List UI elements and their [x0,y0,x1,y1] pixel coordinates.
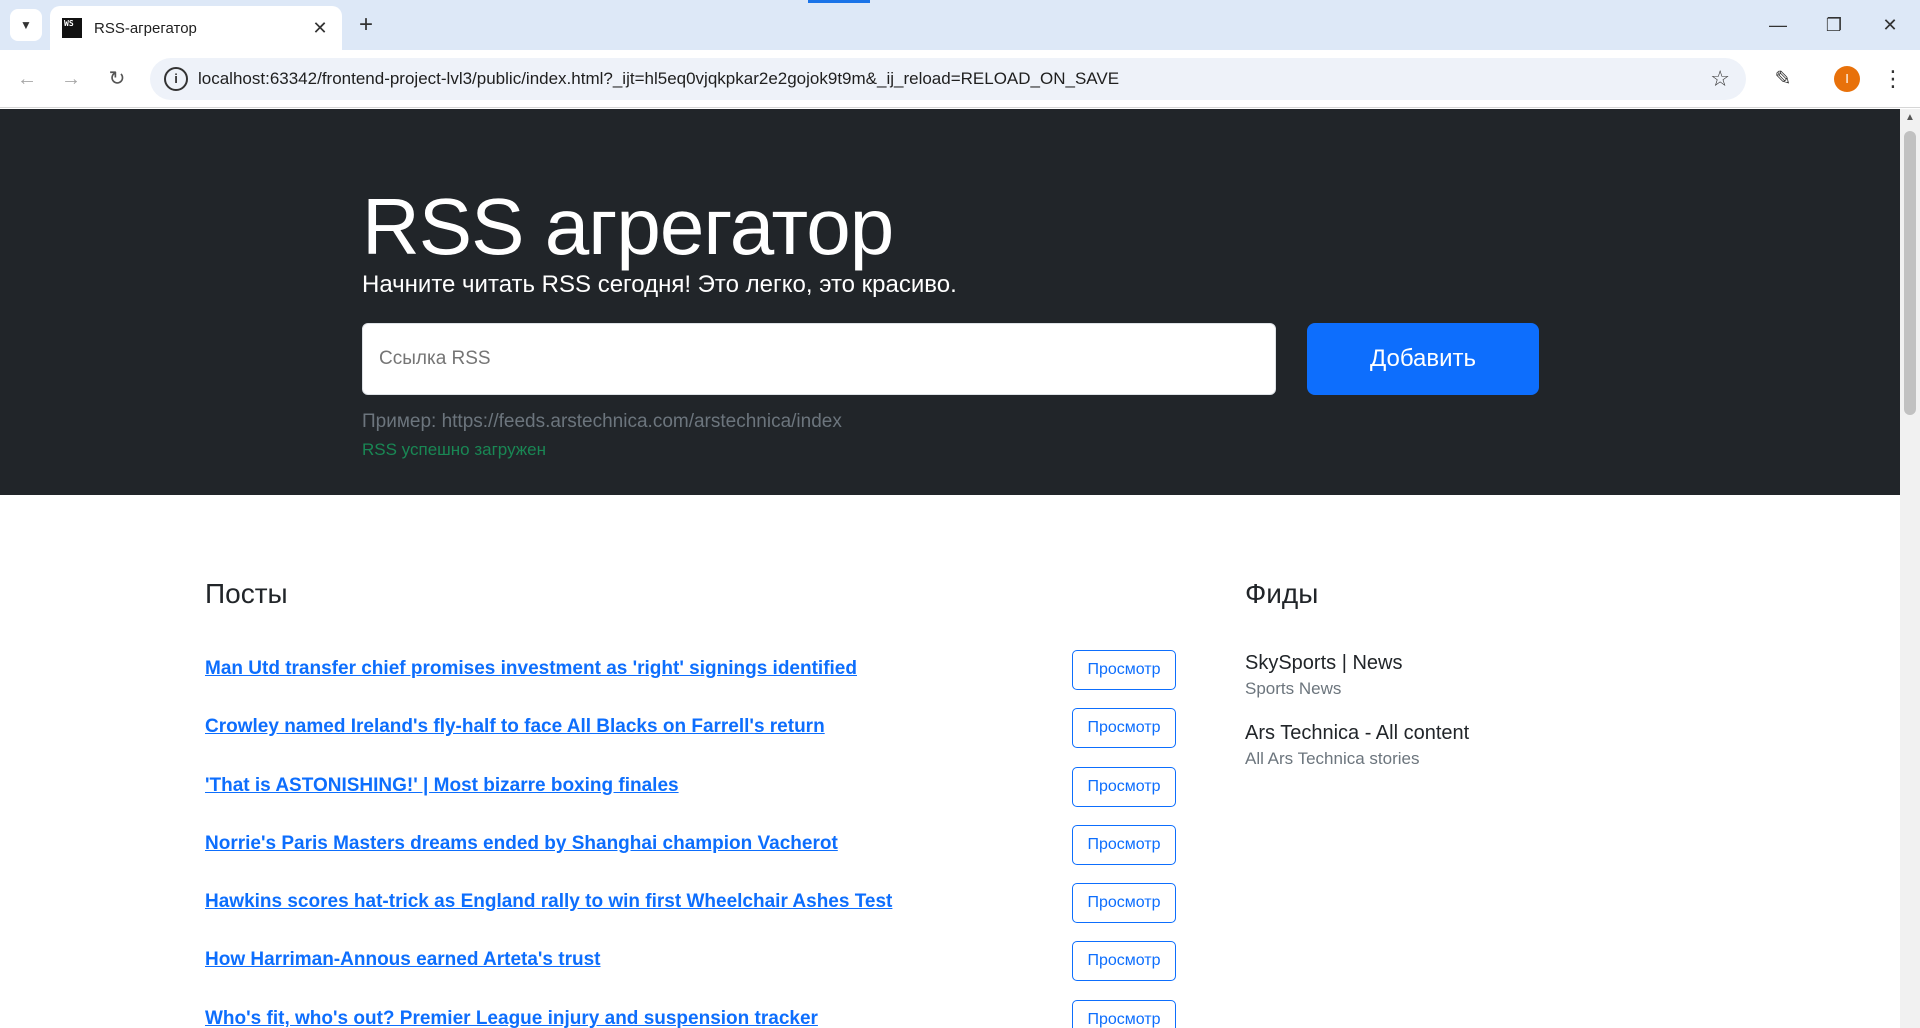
rss-url-input[interactable] [362,323,1276,395]
view-button[interactable]: Просмотр [1072,708,1176,748]
minimize-button[interactable]: — [1758,10,1798,40]
scroll-up-arrow-icon[interactable]: ▲ [1904,113,1916,123]
close-icon[interactable]: ✕ [310,18,330,39]
tab-title: RSS-агрегатор [94,19,197,37]
reload-icon[interactable]: ↻ [102,64,132,94]
post-link[interactable]: Norrie's Paris Masters dreams ended by S… [205,833,838,855]
list-item: 'That is ASTONISHING!' | Most bizarre bo… [205,767,1176,807]
back-arrow-icon[interactable]: ← [12,64,42,94]
window-close-button[interactable]: ✕ [1870,10,1910,40]
view-button[interactable]: Просмотр [1072,1000,1176,1028]
feeds-heading: Фиды [1245,578,1319,609]
example-hint: Пример: https://feeds.arstechnica.com/ar… [362,411,842,432]
add-button[interactable]: Добавить [1307,323,1539,395]
page-scrollbar[interactable]: ▲ [1900,109,1920,1028]
browser-tab-bar: ▼ WS RSS-агрегатор ✕ + — ❐ ✕ [0,0,1920,50]
tab-strip-accent [808,0,870,3]
post-link[interactable]: Who's fit, who's out? Premier League inj… [205,1008,818,1028]
post-link[interactable]: Crowley named Ireland's fly-half to face… [205,716,825,738]
post-link[interactable]: Hawkins scores hat-trick as England rall… [205,891,892,913]
list-item: Who's fit, who's out? Premier League inj… [205,1000,1176,1028]
page-lead: Начните читать RSS сегодня! Это легко, э… [362,271,957,298]
bookmark-star-icon[interactable]: ☆ [1710,66,1730,92]
list-item: Man Utd transfer chief promises investme… [205,650,1176,690]
hero-section: RSS агрегатор Начните читать RSS сегодня… [0,109,1900,495]
feed-description: All Ars Technica stories [1245,749,1420,768]
view-button[interactable]: Просмотр [1072,941,1176,981]
forward-arrow-icon[interactable]: → [56,64,86,94]
view-button[interactable]: Просмотр [1072,883,1176,923]
site-info-icon[interactable]: i [164,67,188,91]
browser-toolbar: ← → ↻ i localhost:63342/frontend-project… [0,50,1920,108]
url-text[interactable]: localhost:63342/frontend-project-lvl3/pu… [198,69,1710,89]
feed-item: Ars Technica - All content All Ars Techn… [1245,722,1469,769]
post-link[interactable]: Man Utd transfer chief promises investme… [205,658,857,680]
view-button[interactable]: Просмотр [1072,767,1176,807]
extensions-puzzle-icon[interactable]: ✎ [1768,64,1798,94]
page-title: RSS агрегатор [362,182,894,271]
feedback-message: RSS успешно загружен [362,440,546,459]
list-item: How Harriman-Annous earned Arteta's trus… [205,941,1176,981]
list-item: Hawkins scores hat-trick as England rall… [205,883,1176,923]
profile-avatar[interactable]: I [1834,66,1860,92]
tab-search-button[interactable]: ▼ [10,9,42,41]
feed-title: SkySports | News [1245,652,1403,674]
posts-heading: Посты [205,578,288,609]
view-button[interactable]: Просмотр [1072,650,1176,690]
feed-item: SkySports | News Sports News [1245,652,1402,699]
view-button[interactable]: Просмотр [1072,825,1176,865]
post-link[interactable]: 'That is ASTONISHING!' | Most bizarre bo… [205,775,679,797]
list-item: Crowley named Ireland's fly-half to face… [205,708,1176,748]
scroll-thumb[interactable] [1904,131,1916,415]
post-link[interactable]: How Harriman-Annous earned Arteta's trus… [205,949,601,971]
new-tab-button[interactable]: + [352,12,380,40]
browser-tab[interactable]: WS RSS-агрегатор ✕ [50,6,342,50]
restore-button[interactable]: ❐ [1814,10,1854,40]
address-bar[interactable]: i localhost:63342/frontend-project-lvl3/… [150,58,1746,100]
feed-description: Sports News [1245,679,1342,698]
chevron-down-icon: ▼ [20,18,32,32]
webstorm-favicon-icon: WS [62,18,82,38]
list-item: Norrie's Paris Masters dreams ended by S… [205,825,1176,865]
more-menu-icon[interactable]: ⋮ [1878,64,1908,94]
feed-title: Ars Technica - All content [1245,722,1470,744]
